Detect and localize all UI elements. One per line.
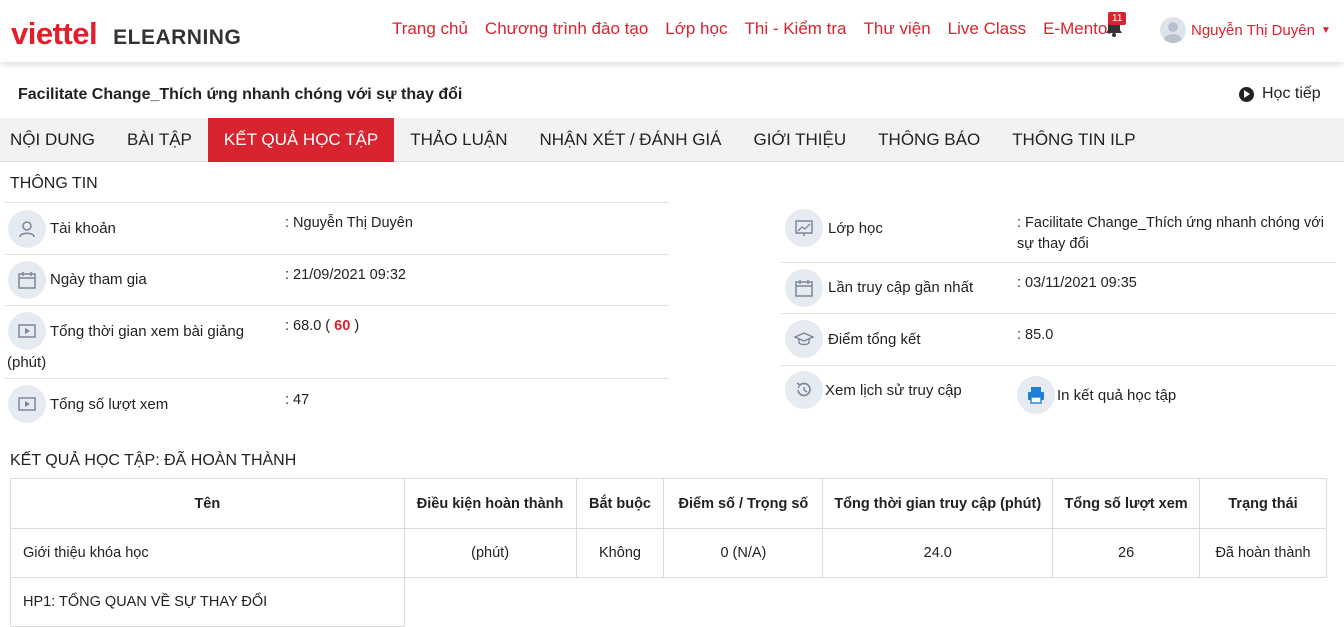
- info-label: Tổng số lượt xem: [50, 396, 169, 413]
- column-header: Điểm số / Trọng số: [663, 478, 824, 529]
- access-history-label: Xem lịch sử truy cập: [825, 382, 962, 399]
- info-label: Tổng thời gian xem bài giảng: [50, 323, 245, 340]
- info-row-views: Tổng số lượt xem : 47: [5, 379, 669, 431]
- access-history-button[interactable]: Xem lịch sử truy cập: [785, 371, 985, 411]
- tab-ilp-info[interactable]: THÔNG TIN ILP: [996, 118, 1151, 162]
- value-highlight: 60: [334, 318, 351, 334]
- tab-announcements[interactable]: THÔNG BÁO: [862, 118, 996, 162]
- column-header: Trạng thái: [1199, 478, 1327, 529]
- column-header: Bắt buộc: [575, 478, 665, 529]
- info-label: Tài khoản: [50, 220, 116, 237]
- info-value: : 21/09/2021 09:32: [285, 267, 406, 283]
- tab-results[interactable]: KẾT QUẢ HỌC TẬP: [207, 118, 395, 162]
- info-row-class: Lớp học : Facilitate Change_Thích ứng nh…: [781, 203, 1336, 263]
- value-prefix: : 68.0 (: [285, 318, 331, 334]
- history-icon: [785, 371, 823, 409]
- results-table: Tên Điều kiện hoàn thành Bắt buộc Điểm s…: [10, 478, 1327, 627]
- nav-exams[interactable]: Thi - Kiểm tra: [744, 19, 846, 39]
- value-suffix: ): [354, 318, 360, 334]
- printer-icon: [1017, 376, 1055, 414]
- notification-badge: 11: [1108, 12, 1127, 25]
- main-nav: Trang chủ Chương trình đào tạo Lớp học T…: [392, 19, 1130, 39]
- tab-introduction[interactable]: GIỚI THIỆU: [737, 118, 862, 162]
- video-icon: [8, 385, 46, 423]
- cell-score: 0 (N/A): [663, 528, 824, 578]
- cell-status: Đã hoàn thành: [1199, 528, 1327, 578]
- cell-section-name[interactable]: HP1: TỔNG QUAN VỀ SỰ THAY ĐỔI: [10, 577, 405, 627]
- logo[interactable]: viettel ELEARNING: [11, 16, 241, 52]
- nav-classes[interactable]: Lớp học: [665, 19, 727, 39]
- info-label: Lần truy cập gần nhất: [828, 279, 974, 296]
- column-header: Điều kiện hoàn thành: [403, 478, 577, 529]
- cell-empty: [403, 577, 1327, 627]
- graduation-cap-icon: [785, 320, 823, 358]
- column-header: Tên: [10, 478, 405, 529]
- info-section-title: THÔNG TIN: [10, 175, 98, 192]
- print-results-label: In kết quả học tập: [1057, 387, 1177, 404]
- tab-discussion[interactable]: THẢO LUẬN: [394, 118, 523, 162]
- info-label: Lớp học: [828, 220, 883, 237]
- calendar-icon: [785, 269, 823, 307]
- chevron-down-icon: ▼: [1320, 24, 1331, 36]
- cell-time: 24.0: [822, 528, 1054, 578]
- play-icon: [1239, 86, 1254, 102]
- tab-reviews[interactable]: NHẬN XÉT / ĐÁNH GIÁ: [523, 118, 737, 162]
- logo-product: ELEARNING: [113, 26, 242, 49]
- nav-programs[interactable]: Chương trình đào tạo: [485, 19, 648, 39]
- continue-button[interactable]: Học tiếp: [1239, 85, 1321, 103]
- tab-assignments[interactable]: BÀI TẬP: [111, 118, 208, 162]
- top-navbar: viettel ELEARNING Trang chủ Chương trình…: [0, 0, 1344, 62]
- info-row-join-date: Ngày tham gia : 21/09/2021 09:32: [5, 255, 669, 306]
- avatar: [1160, 17, 1186, 43]
- info-row-account: Tài khoản : Nguyễn Thị Duyên: [5, 203, 669, 255]
- info-value: : 03/11/2021 09:35: [1017, 275, 1137, 291]
- info-value: : 47: [285, 392, 310, 408]
- table-section-row[interactable]: HP1: TỔNG QUAN VỀ SỰ THAY ĐỔI: [10, 577, 1327, 627]
- results-section-title: KẾT QUẢ HỌC TẬP: ĐÃ HOÀN THÀNH: [10, 452, 297, 469]
- continue-label: Học tiếp: [1262, 85, 1321, 102]
- cell-name[interactable]: Giới thiệu khóa học: [10, 528, 405, 578]
- calendar-icon: [8, 261, 46, 299]
- cell-required: Không: [575, 528, 665, 578]
- user-icon: [8, 210, 46, 248]
- nav-ementor[interactable]: E-Mentor: [1043, 19, 1113, 39]
- info-row-final-score: Điểm tổng kết : 85.0: [781, 314, 1336, 366]
- info-value: : Nguyễn Thị Duyên: [285, 215, 413, 231]
- cell-views: 26: [1052, 528, 1201, 578]
- info-row-watch-time: Tổng thời gian xem bài giảng (phút) : 68…: [5, 306, 669, 379]
- tab-content[interactable]: NỘI DUNG: [0, 118, 111, 162]
- course-title: Facilitate Change_Thích ứng nhanh chóng …: [18, 86, 463, 103]
- info-label: Điểm tổng kết: [828, 331, 921, 348]
- nav-home[interactable]: Trang chủ: [392, 19, 468, 39]
- nav-live-class[interactable]: Live Class: [948, 19, 1026, 39]
- print-results-button[interactable]: In kết quả học tập: [1017, 376, 1217, 416]
- logo-brand: viettel: [11, 16, 98, 51]
- column-header: Tổng số lượt xem: [1052, 478, 1201, 529]
- user-name: Nguyễn Thị Duyên: [1191, 21, 1315, 39]
- info-row-last-access: Lần truy cập gần nhất : 03/11/2021 09:35: [781, 263, 1336, 314]
- column-header: Tổng thời gian truy cập (phút): [822, 478, 1054, 529]
- info-value: : 85.0: [1017, 327, 1054, 343]
- nav-library[interactable]: Thư viện: [864, 19, 931, 39]
- cell-condition: (phút): [403, 528, 577, 578]
- info-label-continued: (phút): [7, 354, 47, 371]
- table-row[interactable]: Giới thiệu khóa học (phút) Không 0 (N/A)…: [10, 528, 1327, 578]
- presentation-icon: [785, 209, 823, 247]
- info-row-actions: Xem lịch sử truy cập In kết quả học tập: [781, 366, 1336, 426]
- user-menu[interactable]: Nguyễn Thị Duyên ▼: [1160, 17, 1331, 43]
- course-tabs: NỘI DUNG BÀI TẬP KẾT QUẢ HỌC TẬP THẢO LU…: [0, 118, 1344, 162]
- video-icon: [8, 312, 46, 350]
- info-value-line2: sự thay đổi: [1017, 236, 1089, 252]
- info-value-line1: : Facilitate Change_Thích ứng nhanh chón…: [1017, 215, 1324, 231]
- table-header-row: Tên Điều kiện hoàn thành Bắt buộc Điểm s…: [10, 478, 1327, 529]
- info-value: : 68.0 ( 60 ): [285, 316, 359, 337]
- info-label: Ngày tham gia: [50, 271, 147, 288]
